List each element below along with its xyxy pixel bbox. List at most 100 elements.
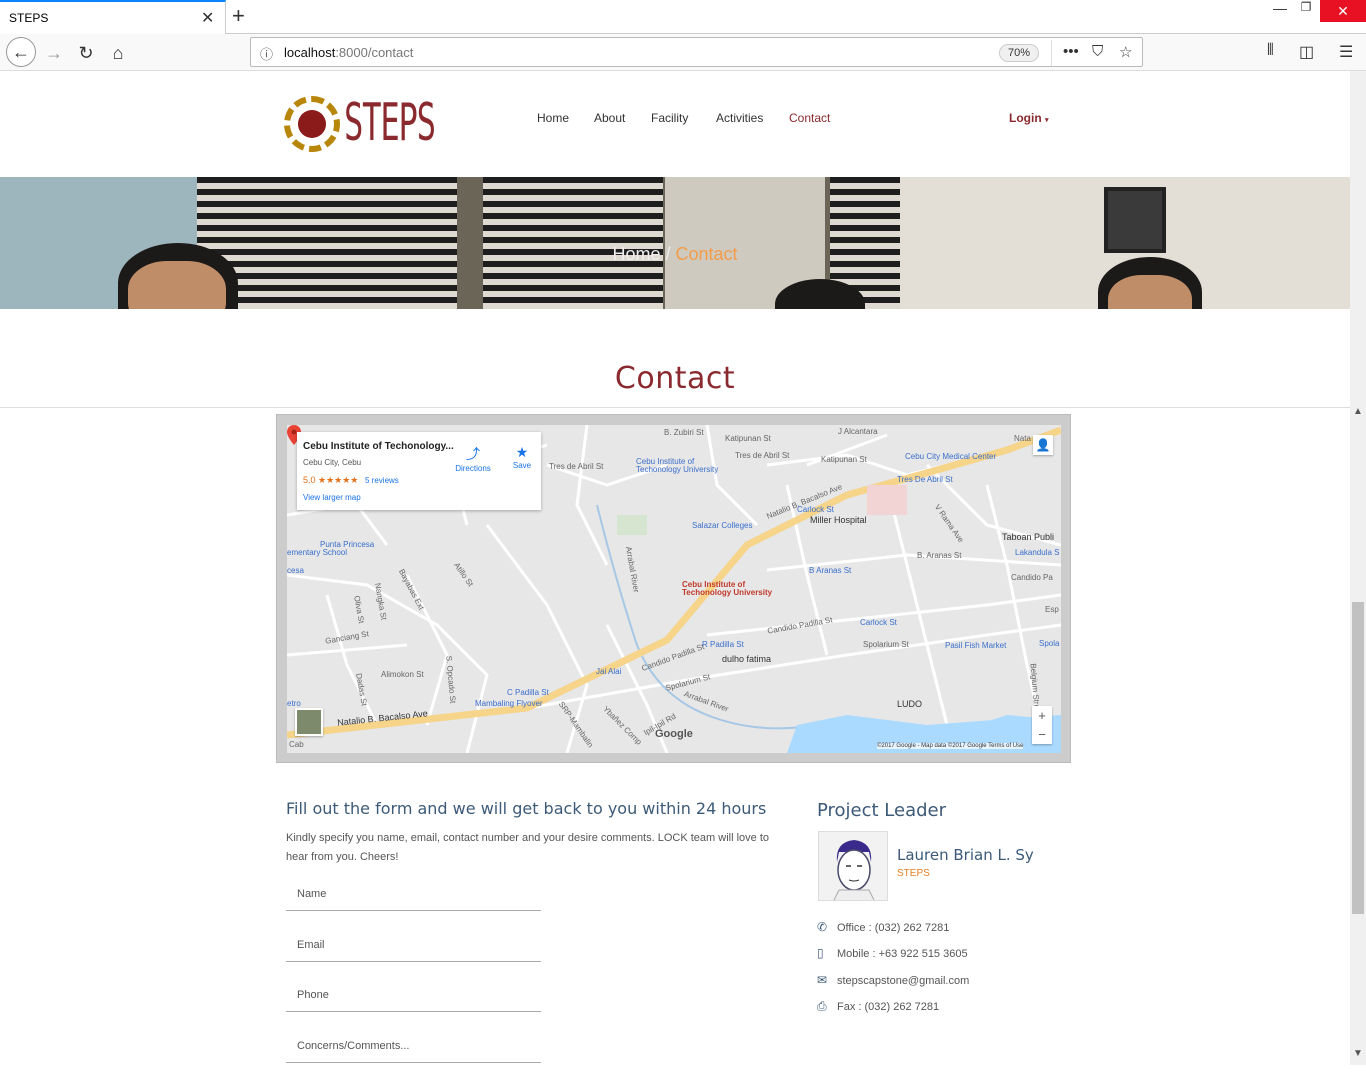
save-button[interactable]: ★ Save bbox=[507, 444, 537, 470]
email-text[interactable]: stepscapstone@gmail.com bbox=[837, 975, 969, 987]
scroll-up-icon[interactable]: ▲ bbox=[1350, 406, 1366, 417]
scrollbar-track[interactable] bbox=[1350, 71, 1366, 1065]
leader-name: Lauren Brian L. Sy bbox=[897, 846, 1034, 864]
hero-banner: Home / Contact bbox=[0, 177, 1350, 309]
email-line: ✉ stepscapstone@gmail.com bbox=[817, 973, 969, 987]
url-path: :8000/contact bbox=[335, 45, 414, 60]
map-label-lakandula: Lakandula S bbox=[1015, 548, 1060, 557]
satellite-toggle[interactable] bbox=[295, 708, 323, 736]
mobile-text: Mobile : +63 922 515 3605 bbox=[837, 948, 968, 960]
office-text: Office : (032) 262 7281 bbox=[837, 922, 950, 934]
zoom-badge[interactable]: 70% bbox=[999, 44, 1039, 62]
menu-home[interactable]: Home bbox=[537, 111, 569, 125]
leader-org: STEPS bbox=[897, 868, 930, 879]
project-leader-title: Project Leader bbox=[817, 800, 947, 821]
phone-field[interactable] bbox=[286, 978, 541, 1012]
fax-text: Fax : (032) 262 7281 bbox=[837, 1001, 940, 1013]
map-label-cab: Cab bbox=[289, 740, 304, 749]
menu-about[interactable]: About bbox=[594, 111, 625, 125]
map-info-card: Cebu Institute of Techonology... Cebu Ci… bbox=[297, 432, 541, 510]
map-label-taboan: Taboan Publi bbox=[1002, 532, 1055, 542]
menu-facility[interactable]: Facility bbox=[651, 111, 688, 125]
page-actions-icon[interactable]: ••• bbox=[1063, 43, 1079, 60]
home-icon[interactable]: ⌂ bbox=[104, 39, 132, 67]
new-tab-icon[interactable]: + bbox=[232, 3, 245, 29]
form-title: Fill out the form and we will get back t… bbox=[286, 799, 767, 818]
maximize-icon[interactable]: ❐ bbox=[1294, 0, 1318, 22]
back-icon[interactable]: ← bbox=[6, 37, 36, 67]
map-label-pasil: Pasil Fish Market bbox=[945, 641, 1007, 650]
logo-text[interactable]: STEPS bbox=[344, 93, 436, 153]
phone-icon: ✆ bbox=[817, 920, 828, 934]
google-map[interactable]: B. Zubiri St Katipunan St J Alcantara Na… bbox=[287, 425, 1061, 753]
map-pin-label-2: Techonology University bbox=[682, 588, 773, 597]
map-label-jalcantara: J Alcantara bbox=[838, 427, 878, 436]
email-field[interactable] bbox=[286, 928, 541, 962]
envelope-icon: ✉ bbox=[817, 973, 828, 987]
tab-title: STEPS bbox=[9, 11, 49, 25]
library-icon[interactable]: ⫴ bbox=[1267, 42, 1274, 60]
map-place-city: Cebu City, Cebu bbox=[303, 458, 362, 467]
map-label-baranas-2: B. Aranas St bbox=[917, 551, 962, 560]
info-icon[interactable]: ⓘ bbox=[260, 44, 273, 63]
map-label-baranas-1: B Aranas St bbox=[809, 566, 852, 575]
directions-button[interactable]: ⤴ Directions bbox=[450, 444, 496, 473]
site-header: STEPS Home About Facility Activities Con… bbox=[0, 71, 1350, 177]
map-label-carlock-1: Carlock St bbox=[797, 505, 834, 514]
google-logo: Google bbox=[655, 728, 693, 740]
tab-close-icon[interactable]: ✕ bbox=[201, 8, 214, 28]
menu-icon[interactable]: ☰ bbox=[1339, 42, 1353, 62]
window-close-icon[interactable]: ✕ bbox=[1320, 0, 1366, 22]
page-title: Contact bbox=[614, 361, 736, 396]
pegman-icon[interactable]: 👤 bbox=[1033, 435, 1053, 455]
mobile-line: ▯ Mobile : +63 922 515 3605 bbox=[817, 946, 968, 960]
map-label-tres-de-abril-2: Tres de Abril St bbox=[735, 451, 790, 460]
fax-line: ⎙ Fax : (032) 262 7281 bbox=[817, 999, 939, 1014]
login-button[interactable]: Login ▾ bbox=[1009, 111, 1049, 125]
pocket-icon[interactable]: ⛉ bbox=[1092, 43, 1103, 60]
save-label: Save bbox=[512, 461, 532, 470]
map-label-alimokon: Alimokon St bbox=[381, 670, 424, 679]
map-label-carlock-2: Carlock St bbox=[860, 618, 897, 627]
name-field[interactable] bbox=[286, 877, 541, 911]
breadcrumb-home[interactable]: Home bbox=[612, 244, 660, 264]
map-label-tres-de-abril-3: Tres De Abril St bbox=[897, 475, 953, 484]
bookmark-star-icon[interactable]: ☆ bbox=[1119, 43, 1132, 61]
logo-seal-icon[interactable] bbox=[284, 96, 340, 152]
mobile-icon: ▯ bbox=[817, 946, 824, 960]
zoom-out-button[interactable]: − bbox=[1032, 725, 1052, 744]
scroll-down-icon[interactable]: ▼ bbox=[1350, 1048, 1366, 1059]
scrollbar-thumb[interactable] bbox=[1352, 602, 1364, 914]
map-reviews-link[interactable]: 5 reviews bbox=[365, 476, 399, 485]
comments-field[interactable] bbox=[286, 1029, 541, 1063]
zoom-in-button[interactable]: + bbox=[1032, 706, 1052, 725]
menu-contact[interactable]: Contact bbox=[789, 111, 830, 125]
map-label-etro: etro bbox=[287, 699, 301, 708]
sidebar-icon[interactable]: ◫ bbox=[1299, 42, 1314, 62]
browser-navbar: ← → ↻ ⌂ ⓘ localhost:8000/contact 70% •••… bbox=[0, 34, 1366, 71]
printer-icon: ⎙ bbox=[817, 999, 827, 1013]
url-bar[interactable]: ⓘ localhost:8000/contact 70% ••• ⛉ ☆ bbox=[250, 37, 1143, 67]
map-label-esp: Esp bbox=[1045, 605, 1059, 614]
forward-icon[interactable]: → bbox=[40, 39, 68, 67]
map-label-dulho: dulho fatima bbox=[722, 654, 772, 664]
map-zoom-control: + − bbox=[1032, 706, 1052, 744]
minimize-icon[interactable]: — bbox=[1268, 0, 1292, 22]
view-larger-map-link[interactable]: View larger map bbox=[303, 493, 361, 502]
breadcrumb-current: Contact bbox=[675, 244, 738, 264]
reload-icon[interactable]: ↻ bbox=[72, 39, 100, 67]
menu-activities[interactable]: Activities bbox=[716, 111, 763, 125]
map-label-spolarium-1: Spolarium St bbox=[863, 640, 909, 649]
map-label-rpadilla: R Padilla St bbox=[702, 640, 744, 649]
browser-tab[interactable]: STEPS ✕ bbox=[0, 0, 226, 34]
map-label-cit-small-2: Techonology University bbox=[636, 465, 719, 474]
map-rating: 5.0 ★★★★★ bbox=[303, 475, 359, 485]
hero-window-mid bbox=[483, 177, 663, 309]
map-label-salazar: Salazar Colleges bbox=[692, 521, 753, 530]
avatar-portrait bbox=[833, 840, 875, 900]
map-attribution: ©2017 Google - Map data ©2017 Google Ter… bbox=[877, 743, 1024, 749]
url-host: localhost bbox=[284, 45, 336, 60]
map-label-punta-2: ementary School bbox=[287, 548, 348, 557]
url-text[interactable]: localhost:8000/contact bbox=[284, 45, 413, 60]
map-label-cesa: cesa bbox=[287, 566, 304, 575]
